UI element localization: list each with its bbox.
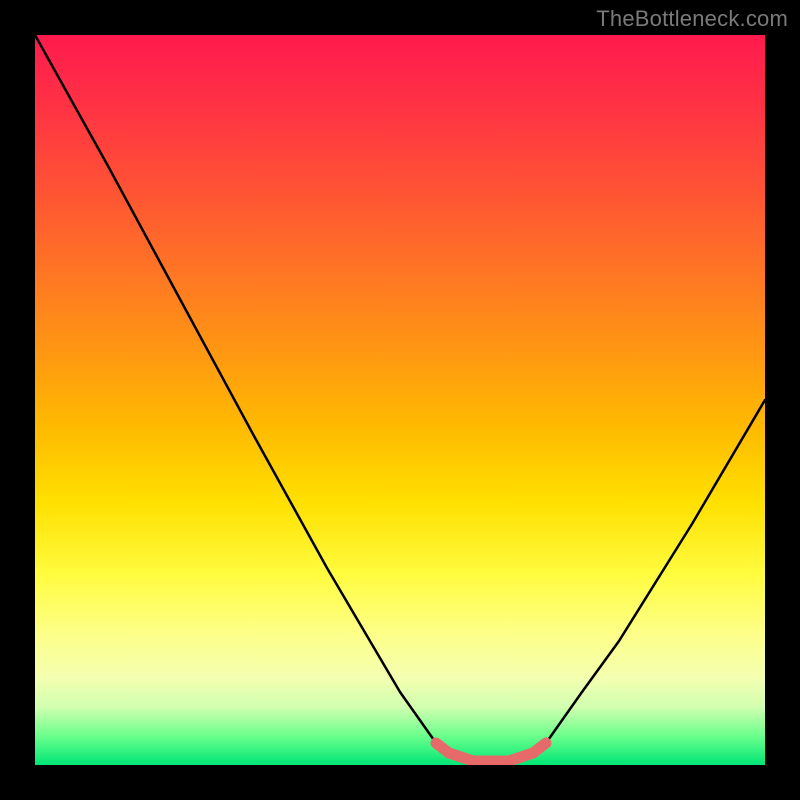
curve-layer [35, 35, 765, 765]
chart-frame: TheBottleneck.com [0, 0, 800, 800]
plot-area [35, 35, 765, 765]
valley-highlight [436, 743, 546, 761]
bottleneck-curve [35, 35, 765, 761]
watermark-text: TheBottleneck.com [596, 6, 788, 32]
